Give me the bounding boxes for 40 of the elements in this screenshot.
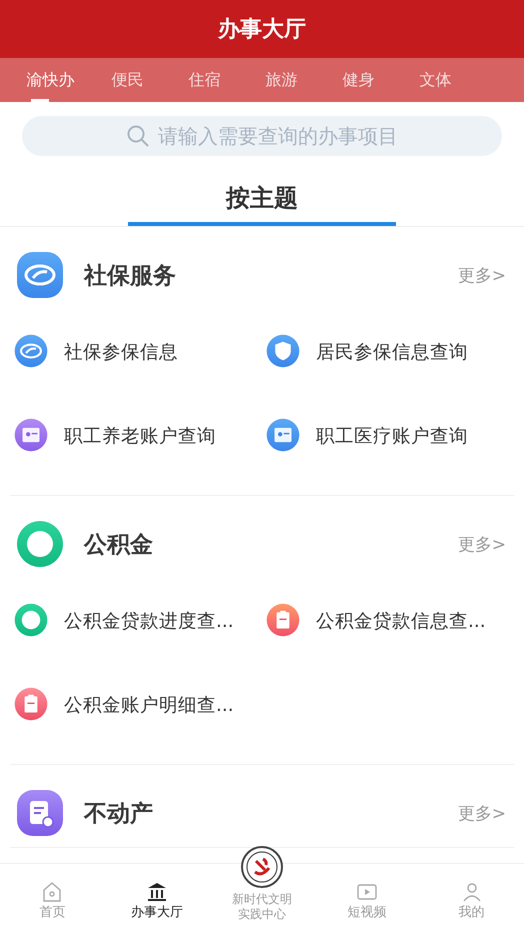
category-tab[interactable]: 旅游 [243, 58, 320, 102]
search-icon [126, 124, 150, 148]
category-tab[interactable]: 住宿 [166, 58, 243, 102]
shield-icon [266, 334, 300, 368]
nav-item[interactable]: 我的 [419, 863, 524, 925]
document-icon [16, 789, 64, 837]
home-icon [41, 881, 64, 904]
service-item[interactable]: 公积金账户明细查... [10, 662, 262, 746]
category-tab[interactable]: 文体 [397, 58, 474, 102]
nav-item[interactable]: 短视频 [314, 863, 420, 925]
service-item[interactable]: 社保参保信息 [10, 309, 262, 393]
clipboard-icon [266, 603, 300, 637]
category-tab[interactable]: 便民 [89, 58, 166, 102]
topic-tab[interactable]: 按主题 [128, 182, 396, 226]
building-icon [146, 881, 168, 904]
more-link[interactable]: 更多> [458, 532, 506, 556]
search-field[interactable]: 请输入需要查询的办事项目 [22, 116, 502, 156]
section-title: 社保服务 [84, 262, 177, 290]
section-title: 不动产 [84, 800, 154, 828]
emblem-icon[interactable] [240, 846, 283, 888]
category-tab[interactable]: 健身 [320, 58, 397, 102]
social-security-icon [14, 334, 48, 368]
section-title: 公积金 [84, 530, 154, 560]
user-icon [460, 881, 483, 904]
id-card-icon [14, 418, 48, 452]
more-link[interactable]: 更多> [458, 802, 506, 824]
page-title: 办事大厅 [218, 16, 306, 44]
service-item[interactable]: 公积金贷款信息查... [262, 578, 514, 662]
service-item[interactable]: 居民参保信息查询 [262, 309, 514, 393]
category-tab[interactable]: 渝快办 [12, 58, 89, 102]
service-item[interactable]: 职工养老账户查询 [10, 393, 262, 477]
social-security-icon [16, 251, 64, 299]
service-item[interactable]: 职工医疗账户查询 [262, 393, 514, 477]
nav-item[interactable]: 办事大厅 [104, 863, 210, 925]
nav-item[interactable]: 新时代文明实践中心 [210, 841, 314, 925]
more-link[interactable]: 更多> [458, 264, 506, 286]
id-card-icon [266, 418, 300, 452]
clipboard-icon [14, 687, 48, 721]
nav-item[interactable]: 首页 [0, 863, 105, 925]
service-item[interactable]: 公积金贷款进度查... [10, 578, 262, 662]
